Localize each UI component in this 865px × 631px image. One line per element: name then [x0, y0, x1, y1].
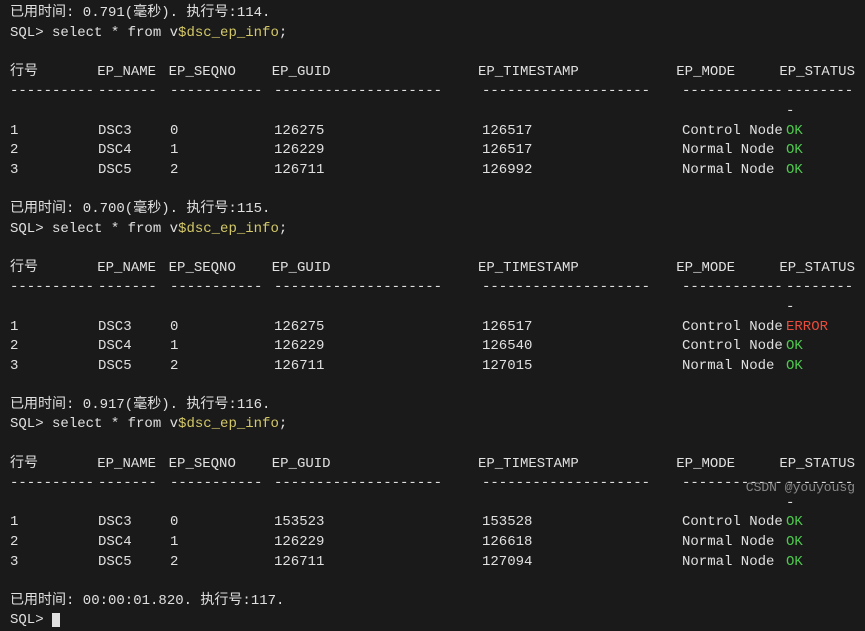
status-badge: OK	[786, 357, 855, 377]
table-row: 3DSC52126711127094Normal NodeOK	[10, 553, 855, 573]
status-badge: OK	[786, 553, 855, 573]
sql-line[interactable]: SQL> select * from v$dsc_ep_info;	[10, 24, 855, 44]
table-header: 行号 EP_NAME EP_SEQNO EP_GUID EP_TIMESTAMP…	[10, 63, 855, 83]
timing-line: 已用时间: 0.791(毫秒). 执行号:114.	[10, 4, 855, 24]
table-row: 3DSC52126711127015Normal NodeOK	[10, 357, 855, 377]
timing-line: 已用时间: 0.700(毫秒). 执行号:115.	[10, 200, 855, 220]
status-badge: OK	[786, 533, 855, 553]
table-divider: ---------- ------- ----------- ---------…	[10, 278, 855, 317]
status-badge: OK	[786, 513, 855, 533]
table-row: 2DSC41126229126618Normal NodeOK	[10, 533, 855, 553]
timing-line: 已用时间: 00:00:01.820. 执行号:117.	[10, 592, 855, 612]
status-badge: OK	[786, 161, 855, 181]
status-badge: OK	[786, 122, 855, 142]
cursor-icon	[52, 613, 60, 627]
table-row: 3DSC52126711126992Normal NodeOK	[10, 161, 855, 181]
sql-line[interactable]: SQL> select * from v$dsc_ep_info;	[10, 415, 855, 435]
status-badge: OK	[786, 141, 855, 161]
table-row: 2DSC41126229126517Normal NodeOK	[10, 141, 855, 161]
terminal-output: 已用时间: 0.791(毫秒). 执行号:114. SQL> select * …	[10, 4, 855, 631]
table-row: 1DSC30153523153528Control NodeOK	[10, 513, 855, 533]
table-header: 行号 EP_NAME EP_SEQNO EP_GUID EP_TIMESTAMP…	[10, 259, 855, 279]
sql-line[interactable]: SQL> select * from v$dsc_ep_info;	[10, 220, 855, 240]
sql-prompt-line[interactable]: SQL>	[10, 611, 855, 631]
timing-line: 已用时间: 0.917(毫秒). 执行号:116.	[10, 396, 855, 416]
table-header: 行号 EP_NAME EP_SEQNO EP_GUID EP_TIMESTAMP…	[10, 455, 855, 475]
table-row: 1DSC30126275126517Control NodeOK	[10, 122, 855, 142]
status-badge: OK	[786, 337, 855, 357]
table-row: 1DSC30126275126517Control NodeERROR	[10, 318, 855, 338]
table-row: 2DSC41126229126540Control NodeOK	[10, 337, 855, 357]
table-divider: ---------- ------- ----------- ---------…	[10, 82, 855, 121]
watermark: CSDN @youyousg	[746, 479, 855, 497]
table-divider: ---------- ------- ----------- ---------…	[10, 474, 855, 513]
status-badge: ERROR	[786, 318, 855, 338]
